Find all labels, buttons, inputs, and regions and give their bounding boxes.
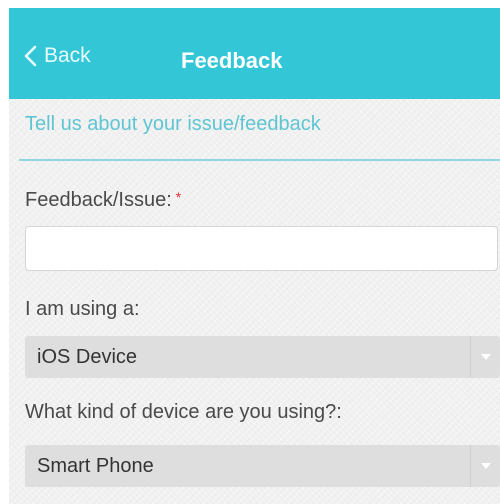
using-label: I am using a: <box>25 298 140 320</box>
nav-header: Back Feedback <box>9 8 500 99</box>
page-title: Feedback <box>181 48 283 73</box>
required-marker: * <box>175 189 182 205</box>
device-kind-select[interactable]: Smart Phone <box>25 445 500 487</box>
feedback-screen: Back Feedback Tell us about your issue/f… <box>0 0 500 504</box>
using-select-value: iOS Device <box>37 346 138 368</box>
device-kind-label: What kind of device are you using?: <box>25 401 342 423</box>
form-area: Tell us about your issue/feedback Feedba… <box>9 99 500 504</box>
back-button[interactable]: Back <box>23 44 91 68</box>
chevron-left-icon <box>24 45 37 67</box>
divider <box>19 159 500 161</box>
feedback-label: Feedback/Issue: * <box>25 189 181 212</box>
feedback-input[interactable] <box>25 226 498 271</box>
device-kind-select-value: Smart Phone <box>37 455 154 477</box>
feedback-label-text: Feedback/Issue: <box>25 189 172 211</box>
form-subtitle: Tell us about your issue/feedback <box>25 113 321 135</box>
using-select[interactable]: iOS Device <box>25 336 500 378</box>
caret-down-icon <box>470 445 500 487</box>
back-label: Back <box>44 44 91 67</box>
caret-down-icon <box>470 336 500 378</box>
